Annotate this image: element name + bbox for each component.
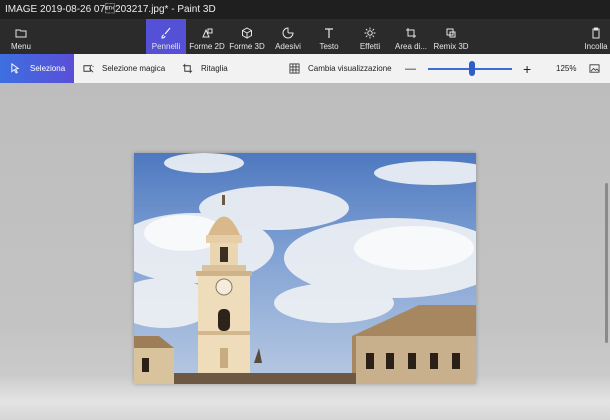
view-toggle-button[interactable]: Cambia visualizzazione (289, 54, 392, 83)
tool-label: Adesivi (275, 42, 301, 51)
tool-label: Forme 3D (229, 42, 265, 51)
zoom-level: 125% (556, 54, 576, 83)
crop-label: Ritaglia (201, 64, 228, 73)
magic-select-button[interactable]: Selezione magica (83, 54, 165, 83)
sticker-icon (282, 27, 294, 39)
vertical-scrollbar[interactable] (605, 183, 608, 343)
tool-shapes-2d[interactable]: Forme 2D (188, 19, 226, 54)
image-fit-icon (589, 64, 600, 73)
folder-icon (15, 29, 27, 38)
remix-icon (446, 28, 456, 38)
tool-label: Remix 3D (433, 42, 469, 51)
zoom-plus-label: + (523, 60, 532, 77)
crop-button[interactable]: Ritaglia (182, 54, 228, 83)
tool-remix-3d[interactable]: Remix 3D (433, 19, 469, 54)
ribbon: Menu Pennelli Forme 2D Forme 3D Adesivi … (0, 19, 610, 54)
menu-button[interactable]: Menu (6, 19, 36, 54)
sun-icon (364, 27, 376, 39)
paste-label: Incolla (584, 42, 608, 51)
tool-stickers[interactable]: Adesivi (274, 19, 302, 54)
zoom-minus-label: — (405, 62, 416, 75)
photo-bell-tower (134, 153, 476, 384)
window-title-bar: IMAGE 2019-08-26 07203217.jpg* - Paint … (0, 0, 610, 19)
zoom-in-button[interactable]: + (523, 54, 531, 83)
tool-label: Pennelli (151, 42, 181, 51)
clipboard-icon (592, 27, 600, 39)
menu-label: Menu (10, 42, 31, 51)
tool-label: Effetti (359, 42, 381, 51)
paste-button[interactable]: Incolla (584, 19, 608, 54)
tool-shapes-3d[interactable]: Forme 3D (229, 19, 265, 54)
zoom-slider-thumb[interactable] (468, 61, 475, 76)
magic-select-icon (83, 64, 94, 73)
grid-icon (289, 63, 300, 74)
brush-icon (161, 27, 171, 39)
crop-icon (182, 63, 193, 74)
magic-select-label: Selezione magica (102, 64, 166, 73)
cursor-icon (11, 63, 20, 74)
canvas-area[interactable] (0, 83, 610, 420)
tool-canvas-area[interactable]: Area di... (395, 19, 427, 54)
zoom-level-value: 125% (556, 64, 577, 73)
view-toggle-label: Cambia visualizzazione (308, 64, 392, 73)
canvas-image[interactable] (134, 153, 476, 384)
crop-icon (406, 28, 416, 38)
tool-text[interactable]: Testo (316, 19, 342, 54)
tool-effects[interactable]: Effetti (357, 19, 383, 54)
tool-options-bar: Seleziona Selezione magica Ritaglia Camb… (0, 54, 610, 83)
cube-icon (242, 27, 252, 39)
tool-label: Testo (319, 42, 339, 51)
fit-image-button[interactable] (589, 54, 608, 83)
shapes-2d-icon (202, 28, 213, 38)
tool-brushes[interactable]: Pennelli (146, 19, 186, 54)
select-button[interactable]: Seleziona (0, 54, 74, 83)
tool-label: Forme 2D (189, 42, 225, 51)
select-label: Seleziona (30, 64, 66, 73)
zoom-out-button[interactable]: — (405, 54, 416, 83)
text-icon (325, 28, 333, 38)
tool-label: Area di... (395, 42, 428, 51)
window-title: IMAGE 2019-08-26 07203217.jpg* - Paint … (5, 4, 216, 15)
